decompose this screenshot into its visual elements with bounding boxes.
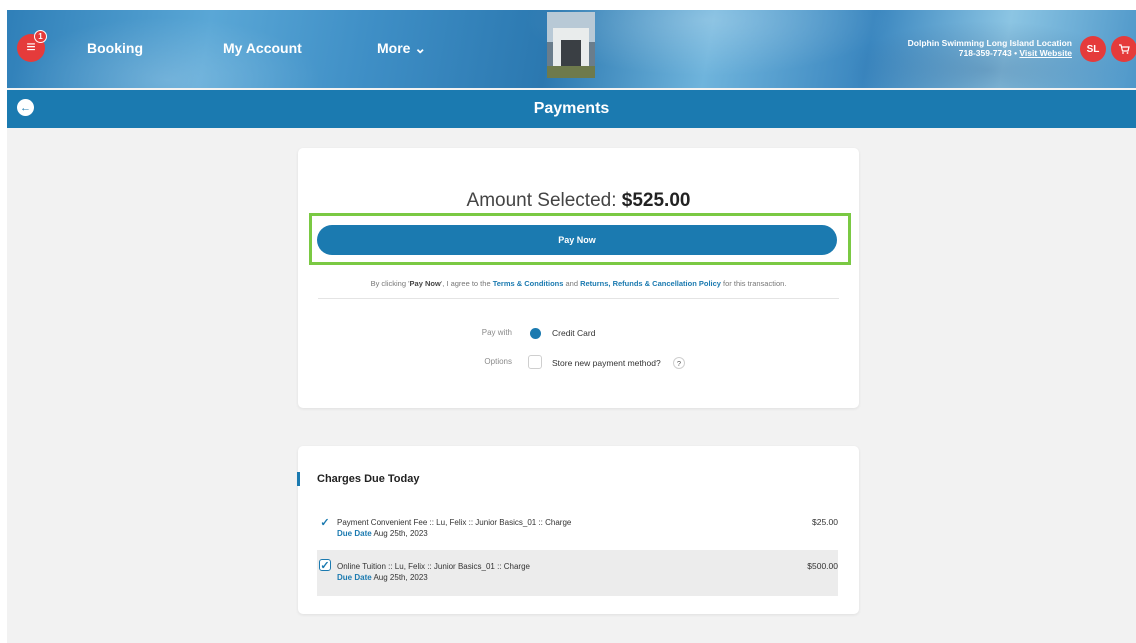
nav-my-account[interactable]: My Account	[223, 40, 302, 56]
charge-description: Payment Convenient Fee :: Lu, Felix :: J…	[337, 518, 572, 527]
amount-value: $525.00	[621, 190, 691, 211]
top-header: ≡ 1 Booking My Account More ⌄ Dolphin Sw…	[7, 10, 1136, 88]
charge-description: Online Tuition :: Lu, Felix :: Junior Ba…	[337, 562, 530, 571]
visit-website-link[interactable]: Visit Website	[1019, 48, 1072, 58]
charge-row[interactable]: ✓ Online Tuition :: Lu, Felix :: Junior …	[317, 550, 838, 596]
charge-due-date: Due Date Aug 25th, 2023	[337, 573, 428, 582]
page-titlebar: ← Payments	[7, 90, 1136, 128]
charges-card: Charges Due Today ✓ Payment Convenient F…	[297, 446, 859, 614]
pay-now-highlight: Pay Now	[309, 213, 851, 265]
store-payment-checkbox[interactable]	[528, 355, 542, 369]
section-accent	[297, 472, 300, 486]
checkmark-icon[interactable]: ✓	[319, 516, 331, 529]
nav-booking[interactable]: Booking	[87, 40, 143, 56]
pay-now-button[interactable]: Pay Now	[317, 225, 837, 255]
location-name: Dolphin Swimming Long Island Location	[907, 38, 1072, 48]
amount-selected: Amount Selected: $525.00	[466, 190, 691, 211]
credit-card-label[interactable]: Credit Card	[552, 328, 595, 338]
charge-amount: $500.00	[807, 561, 838, 571]
charges-title: Charges Due Today	[317, 473, 420, 485]
store-payment-label[interactable]: Store new payment method?	[552, 358, 661, 368]
charge-row[interactable]: ✓ Payment Convenient Fee :: Lu, Felix ::…	[317, 511, 838, 551]
payment-card: Amount Selected: $525.00 Pay Now By clic…	[298, 148, 859, 408]
page-title: Payments	[533, 100, 610, 117]
options-label: Options	[484, 357, 512, 366]
checkbox-checked-icon[interactable]: ✓	[319, 559, 331, 572]
charge-amount: $25.00	[812, 517, 838, 527]
terms-link[interactable]: Terms & Conditions	[493, 279, 564, 288]
divider	[318, 298, 839, 299]
chevron-down-icon: ⌄	[414, 40, 427, 56]
nav-more-label: More	[377, 40, 411, 56]
pay-with-label: Pay with	[481, 328, 512, 337]
refund-policy-link[interactable]: Returns, Refunds & Cancellation Policy	[580, 279, 721, 288]
cart-icon[interactable]	[1111, 36, 1136, 62]
avatar[interactable]: SL	[1080, 36, 1106, 62]
notification-badge: 1	[34, 30, 47, 43]
app-frame: ≡ 1 Booking My Account More ⌄ Dolphin Sw…	[7, 10, 1136, 643]
location-phone: 718-359-7743	[958, 48, 1012, 58]
terms-text: By clicking 'Pay Now', I agree to the Te…	[370, 279, 787, 288]
charge-due-date: Due Date Aug 25th, 2023	[337, 529, 428, 538]
help-icon[interactable]: ?	[673, 357, 685, 369]
location-logo[interactable]	[547, 12, 595, 78]
location-info: Dolphin Swimming Long Island Location 71…	[907, 38, 1072, 58]
credit-card-radio[interactable]	[530, 328, 541, 339]
nav-more[interactable]: More ⌄	[377, 40, 426, 57]
